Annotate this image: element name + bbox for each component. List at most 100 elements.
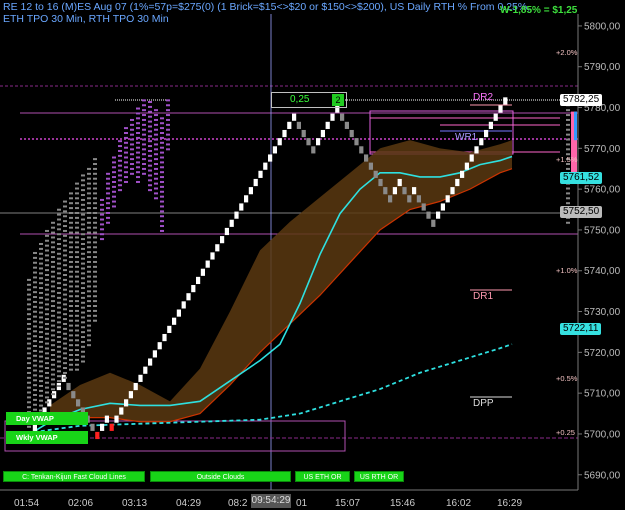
tpo-mark [93, 260, 97, 263]
wkly-vwap-button[interactable]: Wkly VWAP [6, 431, 88, 444]
tpo-mark [118, 184, 122, 187]
tpo-mark [39, 242, 43, 245]
tpo-mark [63, 264, 67, 267]
y-tick-label: 5800,00 [584, 21, 621, 32]
us-eth-or-button[interactable]: US ETH OR [295, 471, 350, 482]
tpo-mark [87, 241, 91, 244]
renko-brick [407, 195, 412, 203]
tpo-mark [33, 335, 37, 338]
tool-box[interactable]: 0,25 2 [271, 92, 347, 108]
tpo-mark [33, 374, 37, 377]
tpo-mark [39, 277, 43, 280]
tpo-mark [142, 163, 146, 166]
tpo-mark [33, 340, 37, 343]
tpo-mark [33, 320, 37, 323]
tpo-mark [93, 270, 97, 273]
tpo-mark [57, 306, 61, 309]
tpo-mark [81, 252, 85, 255]
tpo-mark [130, 133, 134, 136]
tpo-mark [45, 234, 49, 237]
tpo-mark [63, 327, 67, 330]
tpo-mark [69, 211, 73, 214]
tpo-mark [160, 171, 164, 174]
tpo-mark [27, 313, 31, 316]
tpo-mark [45, 401, 49, 404]
tpo-mark [69, 280, 73, 283]
tpo-mark [112, 195, 116, 198]
tpo-mark [93, 256, 97, 259]
tpo-mark [154, 118, 158, 121]
tpo-mark [51, 388, 55, 391]
tpo-mark [33, 408, 37, 411]
x-tick-label: 01:54 [14, 498, 39, 509]
tpo-mark [51, 300, 55, 303]
tpo-mark [57, 213, 61, 216]
tpo-mark [27, 298, 31, 301]
tpo-mark [160, 210, 164, 213]
tpo-mark [87, 319, 91, 322]
tpo-mark [124, 161, 128, 164]
renko-brick [138, 374, 143, 382]
tpo-mark [75, 226, 79, 229]
tpo-mark [27, 283, 31, 286]
tpo-mark [160, 220, 164, 223]
renko-brick [95, 431, 100, 440]
renko-brick [440, 203, 445, 211]
renko-brick [450, 187, 455, 195]
tpo-mark [33, 266, 37, 269]
tpo-mark [51, 285, 55, 288]
tpo-mark [63, 225, 67, 228]
tpo-mark [57, 291, 61, 294]
tpo-mark [33, 315, 37, 318]
tpo-mark [106, 207, 110, 210]
tpo-mark [106, 221, 110, 224]
tpo-mark [160, 151, 164, 154]
tpo-mark [63, 205, 67, 208]
tpo-mark [39, 375, 43, 378]
tpo-mark [87, 280, 91, 283]
tpo-mark [154, 109, 158, 112]
renko-brick [397, 178, 402, 187]
tpo-mark [75, 368, 79, 371]
day-vwap-button[interactable]: Day VWAP [6, 412, 88, 425]
tpo-mark [166, 133, 170, 136]
tpo-mark [124, 132, 128, 135]
tpo-mark [75, 275, 79, 278]
x-tick-label: 02:06 [68, 498, 93, 509]
x-tick-label: 16:29 [497, 498, 522, 509]
tpo-mark [69, 368, 73, 371]
tpo-mark [166, 148, 170, 151]
tpo-mark [154, 158, 158, 161]
renko-chart[interactable]: 5800,005790,005780,005770,005760,005750,… [0, 0, 625, 510]
tpo-mark [69, 207, 73, 210]
tpo-mark [100, 218, 104, 221]
tpo-mark [112, 180, 116, 183]
cloud-lines-button[interactable]: C: Tenkan-Kijun Fast Cloud Lines [3, 471, 145, 482]
tpo-mark [51, 231, 55, 234]
tpo-mark [33, 364, 37, 367]
tpo-mark [27, 386, 31, 389]
tpo-mark [87, 236, 91, 239]
us-rth-or-button[interactable]: US RTH OR [354, 471, 404, 482]
tpo-mark [154, 138, 158, 141]
tpo-mark [87, 270, 91, 273]
tpo-mark [45, 396, 49, 399]
tpo-mark [81, 257, 85, 260]
tpo-mark [51, 329, 55, 332]
tpo-mark [75, 197, 79, 200]
tpo-mark [63, 254, 67, 257]
tpo-mark [81, 198, 85, 201]
renko-brick [498, 105, 503, 113]
tpo-mark [118, 145, 122, 148]
tpo-mark [51, 373, 55, 376]
tpo-mark [39, 306, 43, 309]
tpo-mark [81, 316, 85, 319]
tpo-mark [27, 381, 31, 384]
tpo-mark [27, 357, 31, 360]
tpo-mark [148, 140, 152, 143]
renko-brick [234, 211, 239, 219]
zone-wr1: WR1 [455, 132, 478, 143]
tpo-mark [81, 340, 85, 343]
tpo-mark [112, 171, 116, 174]
outside-clouds-button[interactable]: Outside Clouds [150, 471, 291, 482]
